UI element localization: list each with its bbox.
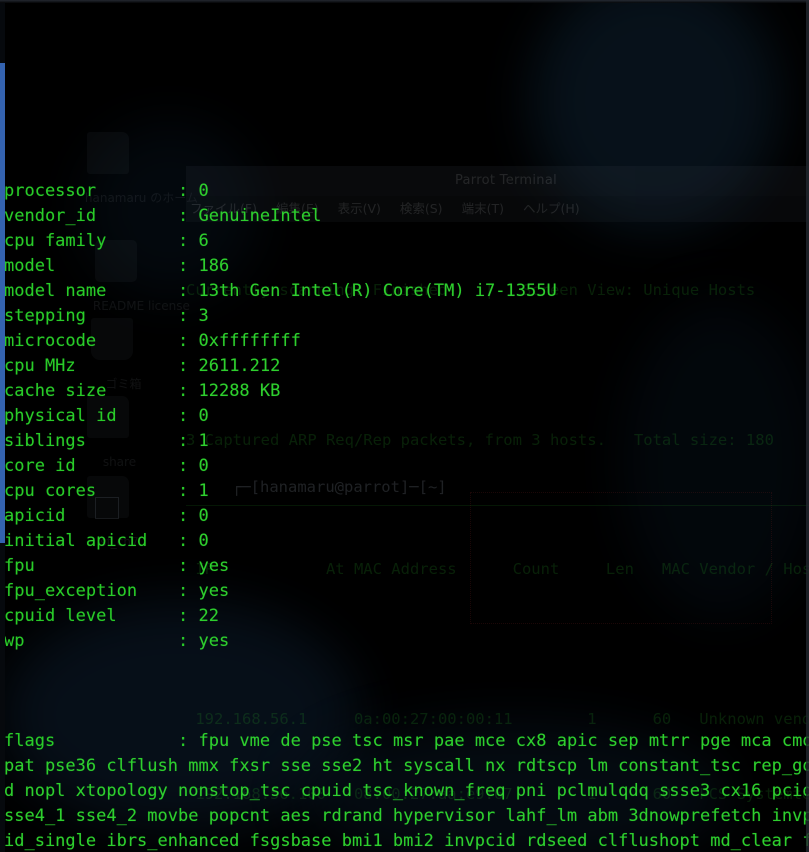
cpuinfo-row: wp : yes: [4, 629, 809, 654]
cpuinfo-value: 1: [198, 431, 209, 451]
cpuinfo-value: 2611.212: [198, 356, 281, 376]
cpuinfo-value: 1: [198, 481, 209, 501]
cpuinfo-separator: :: [178, 581, 199, 601]
cpuinfo-value: 0: [198, 456, 209, 476]
cpuinfo-value: id_single ibrs_enhanced fsgsbase bmi1 bm…: [4, 831, 809, 851]
window-top-border: [0, 0, 809, 3]
cpuinfo-separator: :: [178, 206, 199, 226]
cpuinfo-value: 22: [198, 606, 219, 626]
cpuinfo-separator: :: [178, 331, 199, 351]
cpuinfo-row: model : 186: [4, 254, 809, 279]
cpuinfo-value: GenuineIntel: [198, 206, 322, 226]
cpuinfo-separator: :: [178, 431, 199, 451]
cpuinfo-separator: :: [178, 531, 199, 551]
cpuinfo-value: 6: [198, 231, 209, 251]
cpuinfo-value: 0: [198, 531, 209, 551]
cpuinfo-row: fpu_exception : yes: [4, 579, 809, 604]
cpuinfo-key: cpuid level: [4, 606, 178, 626]
cpuinfo-separator: :: [178, 481, 199, 501]
cpuinfo-key: processor: [4, 181, 178, 201]
cpuinfo-key: model: [4, 256, 178, 276]
cpuinfo-value: 0xffffffff: [198, 331, 301, 351]
cpuinfo-separator: :: [178, 381, 199, 401]
cpuinfo-separator: :: [178, 306, 199, 326]
cpuinfo-value: 0: [198, 506, 209, 526]
cpuinfo-value: 186: [198, 256, 230, 276]
cpuinfo-separator: :: [178, 606, 199, 626]
cpuinfo-row: siblings : 1: [4, 429, 809, 454]
cpuinfo-row: stepping : 3: [4, 304, 809, 329]
command-prompt-line: webadmin@serv:~$ cat /proc/cpuinfo: [4, 79, 809, 104]
cpuinfo-row: fpu : yes: [4, 554, 809, 579]
cpuinfo-row: core id : 0: [4, 454, 809, 479]
cpuinfo-value: fpu vme de pse tsc msr pae mce cx8 apic …: [198, 731, 809, 751]
cpuinfo-row: flags : fpu vme de pse tsc msr pae mce c…: [4, 729, 809, 754]
cpuinfo-row: cpu family : 6: [4, 229, 809, 254]
cpuinfo-row: cpu MHz : 2611.212: [4, 354, 809, 379]
cpuinfo-key: model name: [4, 281, 178, 301]
cpuinfo-value: pat pse36 clflush mmx fxsr sse sse2 ht s…: [4, 756, 809, 776]
cpuinfo-key: cpu MHz: [4, 356, 178, 376]
cpuinfo-separator: :: [178, 231, 199, 251]
cpuinfo-row: vendor_id : GenuineIntel: [4, 204, 809, 229]
cpuinfo-key: apicid: [4, 506, 178, 526]
cpuinfo-row: initial apicid : 0: [4, 529, 809, 554]
cpuinfo-key: initial apicid: [4, 531, 178, 551]
cpuinfo-flags-continuation: pat pse36 clflush mmx fxsr sse sse2 ht s…: [4, 754, 809, 779]
cpuinfo-key: stepping: [4, 306, 178, 326]
cpuinfo-key: siblings: [4, 431, 178, 451]
cpuinfo-row: microcode : 0xffffffff: [4, 329, 809, 354]
cpuinfo-separator: :: [178, 356, 199, 376]
cpuinfo-value: 12288 KB: [198, 381, 281, 401]
cpuinfo-value: 0: [198, 181, 209, 201]
cpuinfo-key: vendor_id: [4, 206, 178, 226]
terminal-scrollbar[interactable]: [0, 3, 5, 852]
cpuinfo-separator: :: [178, 456, 199, 476]
cpuinfo-flags-continuation: sse4_1 sse4_2 movbe popcnt aes rdrand hy…: [4, 804, 809, 829]
cpuinfo-value: 0: [198, 406, 209, 426]
cpuinfo-row: physical id : 0: [4, 404, 809, 429]
terminal-output[interactable]: webadmin@serv:~$ cat /proc/cpuinfo proce…: [0, 0, 809, 852]
cpuinfo-row: processor : 0: [4, 179, 809, 204]
cpuinfo-key: fpu_exception: [4, 581, 178, 601]
cpuinfo-value: yes: [198, 631, 230, 651]
cpuinfo-separator: :: [178, 506, 199, 526]
cpuinfo-key: physical id: [4, 406, 178, 426]
cpuinfo-row: model name : 13th Gen Intel(R) Core(TM) …: [4, 279, 809, 304]
cpuinfo-key: cpu family: [4, 231, 178, 251]
cpuinfo-value: 13th Gen Intel(R) Core(TM) i7-1355U: [198, 281, 557, 301]
cpuinfo-key: wp: [4, 631, 178, 651]
cpuinfo-separator: :: [178, 731, 199, 751]
cpuinfo-row: cpu cores : 1: [4, 479, 809, 504]
cpuinfo-separator: :: [178, 181, 199, 201]
cpuinfo-key: core id: [4, 456, 178, 476]
cpuinfo-separator: :: [178, 281, 199, 301]
cpuinfo-value: d nopl xtopology nonstop_tsc cpuid tsc_k…: [4, 781, 809, 801]
cpuinfo-separator: :: [178, 631, 199, 651]
cpuinfo-value: sse4_1 sse4_2 movbe popcnt aes rdrand hy…: [4, 806, 809, 826]
scrollbar-thumb[interactable]: [0, 63, 5, 543]
cpuinfo-key: fpu: [4, 556, 178, 576]
cpuinfo-separator: :: [178, 556, 199, 576]
cpuinfo-value: yes: [198, 556, 230, 576]
cpuinfo-field-list: processor : 0 vendor_id : GenuineIntel cpu…: [4, 179, 809, 654]
cpuinfo-value: 3: [198, 306, 209, 326]
cpuinfo-flags-block: flags : fpu vme de pse tsc msr pae mce c…: [4, 729, 809, 852]
cpuinfo-flags-continuation: id_single ibrs_enhanced fsgsbase bmi1 bm…: [4, 829, 809, 852]
cpuinfo-flags-continuation: d nopl xtopology nonstop_tsc cpuid tsc_k…: [4, 779, 809, 804]
cpuinfo-row: apicid : 0: [4, 504, 809, 529]
cpuinfo-key: microcode: [4, 331, 178, 351]
cpuinfo-row: cpuid level : 22: [4, 604, 809, 629]
cpuinfo-row: cache size : 12288 KB: [4, 379, 809, 404]
cpuinfo-key: cpu cores: [4, 481, 178, 501]
cpuinfo-key: cache size: [4, 381, 178, 401]
cpuinfo-separator: :: [178, 256, 199, 276]
cpuinfo-value: yes: [198, 581, 230, 601]
terminal-window: hanamaru のホーム README license ゴミ箱 share s…: [0, 0, 809, 852]
cpuinfo-separator: :: [178, 406, 199, 426]
cpuinfo-key: flags: [4, 731, 178, 751]
